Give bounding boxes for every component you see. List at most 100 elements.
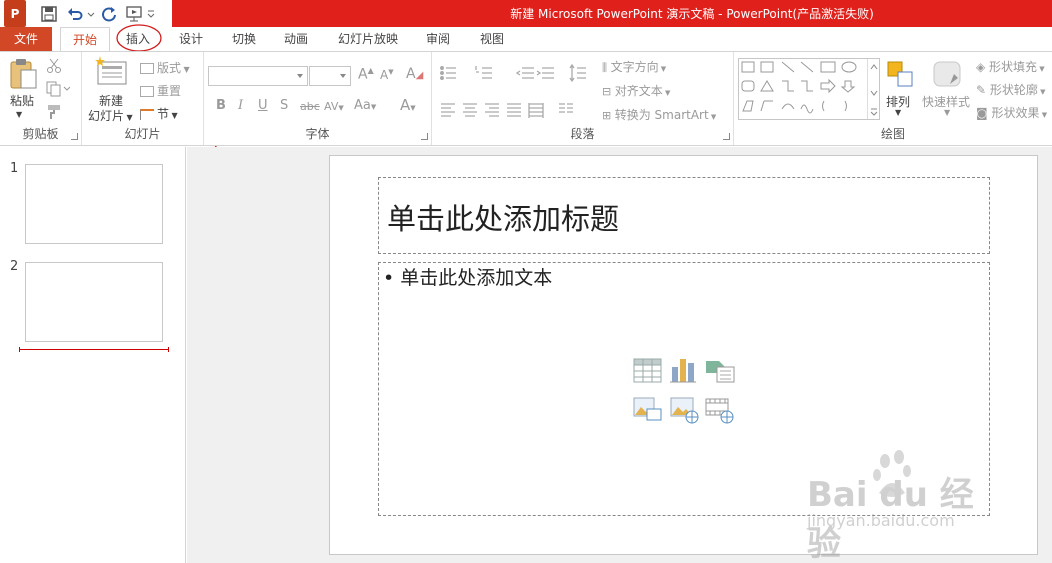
paste-dropdown-icon[interactable]: ▼ — [16, 110, 22, 119]
shrink-font-icon[interactable]: A▼ — [380, 68, 394, 82]
insert-table-icon[interactable] — [633, 358, 662, 383]
title-placeholder-text: 单击此处添加标题 — [387, 202, 620, 236]
distributed-icon[interactable] — [528, 103, 544, 118]
align-text-button[interactable]: ⊟ 对齐文本 ▼ — [602, 82, 670, 99]
arrange-icon[interactable] — [886, 60, 914, 91]
title-placeholder[interactable]: 单击此处添加标题 — [378, 177, 990, 254]
justify-icon[interactable] — [507, 103, 521, 117]
bold-icon[interactable]: B — [216, 98, 226, 113]
decrease-indent-icon[interactable] — [515, 67, 534, 79]
format-painter-icon[interactable] — [46, 104, 62, 123]
ribbon: 粘贴 ▼ 剪贴板 新建 幻灯片 ▼ 版式 ▼ 重置 节 ▼ 幻灯片 A▲ A▼ … — [0, 51, 1052, 146]
grow-font-icon[interactable]: A▲ — [358, 66, 374, 83]
shape-effects-icon: ◙ — [976, 106, 992, 120]
shape-fill-icon: ◈ — [976, 60, 990, 74]
increase-indent-icon[interactable] — [536, 67, 554, 79]
font-group-label: 字体 — [305, 127, 330, 141]
clear-formatting-icon[interactable]: A◢ — [406, 66, 423, 82]
convert-smartart-button[interactable]: ⊞ 转换为 SmartArt ▼ — [602, 106, 716, 123]
shapes-gallery-icons — [741, 61, 857, 114]
insert-picture-icon[interactable] — [633, 397, 662, 421]
font-size-dropdown[interactable] — [309, 66, 351, 86]
align-center-icon[interactable] — [463, 103, 477, 117]
reset-button[interactable]: 重置 — [140, 82, 181, 99]
drawing-group: 排列 ▼ 快速样式 ▼ ◈ 形状填充 ▼ ✎ 形状轮廓 ▼ ◙ 形状效果 ▼ 绘… — [734, 52, 1052, 145]
align-text-dropdown-icon: ▼ — [662, 89, 671, 97]
paragraph-dialog-launcher[interactable] — [723, 133, 730, 140]
align-text-label: 对齐文本 — [614, 84, 663, 98]
shape-outline-icon: ✎ — [976, 83, 990, 97]
slide-thumbnail-2[interactable] — [25, 262, 163, 342]
bullets-icon[interactable] — [440, 66, 456, 80]
watermark-url: jingyan.baidu.com — [807, 511, 955, 530]
text-direction-button[interactable]: ⫼ 文字方向 ▼ — [602, 58, 666, 75]
paste-button[interactable]: 粘贴 — [10, 92, 34, 109]
copy-icon[interactable] — [46, 81, 71, 100]
slides-group-label: 幻灯片 — [124, 127, 161, 141]
font-name-dropdown[interactable] — [208, 66, 308, 86]
change-case-icon[interactable]: Aa▼ — [354, 98, 376, 113]
font-color-icon[interactable]: A▼ — [400, 96, 416, 114]
align-text-icon: ⊟ — [602, 85, 615, 98]
shape-effects-dropdown-icon: ▼ — [1039, 111, 1048, 119]
layout-icon — [140, 63, 154, 74]
content-placeholder-text: • 单击此处添加文本 — [383, 267, 553, 289]
columns-icon[interactable] — [559, 103, 573, 113]
shape-fill-button[interactable]: ◈ 形状填充 ▼ — [976, 58, 1045, 75]
reset-icon — [140, 86, 154, 97]
strikethrough-icon[interactable]: abc — [300, 100, 320, 113]
character-spacing-icon[interactable]: AV▼ — [324, 100, 344, 113]
slide-number: 2 — [10, 259, 19, 274]
shapes-gallery[interactable] — [738, 58, 880, 120]
insert-online-picture-icon[interactable] — [670, 397, 699, 424]
section-button[interactable]: 节 ▼ — [140, 105, 178, 122]
reset-label: 重置 — [157, 84, 182, 98]
layout-dropdown-icon: ▼ — [181, 65, 190, 74]
slide-editor-canvas: 单击此处添加标题 • 单击此处添加文本 Bai du 经验 jingyan.ba… — [187, 147, 1052, 563]
smartart-icon: ⊞ — [602, 109, 615, 122]
annotation-circle — [116, 24, 162, 52]
numbering-icon[interactable] — [475, 66, 492, 79]
layout-label: 版式 — [157, 61, 182, 75]
arrange-dropdown-icon[interactable]: ▼ — [895, 108, 901, 117]
text-direction-icon: ⫼ — [602, 61, 611, 74]
text-direction-dropdown-icon: ▼ — [658, 65, 667, 73]
quick-styles-dropdown-icon[interactable]: ▼ — [944, 108, 950, 117]
cut-icon[interactable] — [46, 58, 62, 77]
new-slide-button[interactable]: 幻灯片 ▼ — [88, 107, 133, 124]
insert-video-icon[interactable] — [705, 398, 734, 424]
clipboard-dialog-launcher[interactable] — [71, 133, 78, 140]
insert-smartart-icon[interactable] — [706, 361, 735, 383]
shape-fill-dropdown-icon: ▼ — [1037, 65, 1045, 73]
shapes-gallery-scroll[interactable] — [867, 59, 879, 119]
line-spacing-icon[interactable] — [569, 64, 586, 83]
shape-effects-button[interactable]: ◙ 形状效果 ▼ — [976, 104, 1047, 121]
slide-number: 1 — [10, 161, 19, 176]
new-slide-icon[interactable] — [94, 56, 128, 89]
text-shadow-icon[interactable]: S — [280, 98, 288, 113]
insert-chart-icon[interactable] — [670, 359, 696, 383]
section-label: 节 — [157, 107, 170, 121]
italic-icon[interactable]: I — [238, 98, 243, 113]
shapes-gallery-scroll-arrows — [870, 64, 878, 116]
layout-button[interactable]: 版式 ▼ — [140, 59, 190, 76]
new-slide-dropdown-icon: ▼ — [124, 113, 133, 122]
insertion-marker — [19, 347, 169, 352]
slide-thumbnail-1[interactable] — [25, 164, 163, 244]
align-left-icon[interactable] — [441, 103, 455, 117]
convert-smartart-label: 转换为 SmartArt — [614, 108, 709, 122]
baidu-jingyan-watermark: Bai du 经验 jingyan.baidu.com — [807, 447, 987, 563]
slides-group: 新建 幻灯片 ▼ 版式 ▼ 重置 节 ▼ 幻灯片 — [82, 52, 204, 145]
shape-outline-dropdown-icon: ▼ — [1037, 88, 1046, 96]
shape-outline-button[interactable]: ✎ 形状轮廓 ▼ — [976, 81, 1046, 98]
paste-icon[interactable] — [8, 58, 38, 93]
quick-styles-icon[interactable] — [932, 60, 962, 91]
align-right-icon[interactable] — [485, 103, 499, 117]
shape-outline-label: 形状轮廓 — [989, 83, 1038, 97]
font-dialog-launcher[interactable] — [421, 133, 428, 140]
underline-icon[interactable]: U — [258, 98, 268, 113]
smartart-dropdown-icon: ▼ — [708, 113, 717, 121]
shape-effects-label: 形状效果 — [991, 106, 1040, 120]
slides-panel[interactable]: 1 2 — [0, 147, 186, 563]
clipboard-group-label: 剪贴板 — [22, 127, 59, 141]
